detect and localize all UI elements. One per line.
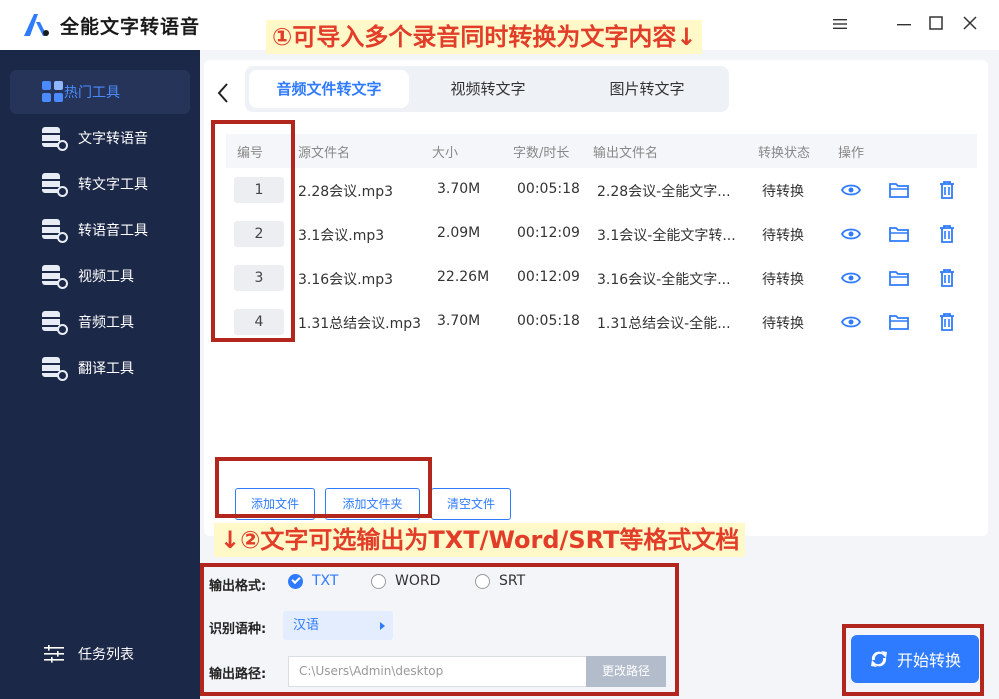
cell-status: 待转换 bbox=[762, 228, 804, 244]
cell-output-name: 2.28会议-全能文字... bbox=[597, 184, 731, 200]
eye-icon[interactable] bbox=[840, 223, 862, 245]
menu-icon[interactable] bbox=[829, 14, 851, 36]
to-speech-icon bbox=[42, 219, 68, 243]
sidebar-item-label: 文字转语音 bbox=[78, 131, 148, 147]
cell-size: 3.70M bbox=[437, 313, 481, 329]
header-duration: 字数/时长 bbox=[513, 146, 570, 161]
highlight-box-start bbox=[842, 624, 984, 696]
cell-status: 待转换 bbox=[762, 316, 804, 332]
clear-files-button[interactable]: 清空文件 bbox=[431, 488, 511, 520]
maximize-icon[interactable] bbox=[925, 14, 947, 36]
sidebar-item-to-text[interactable]: 转文字工具 bbox=[10, 162, 190, 206]
audio-icon bbox=[42, 311, 68, 335]
highlight-box-add-buttons bbox=[215, 457, 432, 518]
sidebar: 热门工具 文字转语音 转文字工具 转语音工具 视频工具 音频工具 翻译工具 任务… bbox=[0, 50, 200, 699]
sidebar-item-video[interactable]: 视频工具 bbox=[10, 254, 190, 298]
sidebar-item-label: 转文字工具 bbox=[78, 177, 148, 193]
table-row: 3 3.16会议.mp3 22.26M 00:12:09 3.16会议-全能文字... 待… bbox=[226, 256, 977, 300]
eye-icon[interactable] bbox=[840, 267, 862, 289]
header-actions: 操作 bbox=[838, 146, 865, 161]
cell-status: 待转换 bbox=[762, 272, 804, 288]
trash-icon[interactable] bbox=[936, 223, 958, 245]
callout-export: ↓②文字可选输出为TXT/Word/SRT等格式文档 bbox=[214, 523, 746, 557]
cell-status: 待转换 bbox=[762, 184, 804, 200]
table-row: 4 1.31总结会议.mp3 3.70M 00:05:18 1.31总结会议-全能...… bbox=[226, 300, 977, 344]
cell-duration: 00:12:09 bbox=[517, 225, 580, 241]
app-logo-icon bbox=[24, 14, 49, 36]
translate-icon bbox=[42, 357, 68, 381]
sidebar-item-label: 视频工具 bbox=[78, 269, 134, 285]
folder-icon[interactable] bbox=[888, 267, 910, 289]
folder-icon[interactable] bbox=[888, 179, 910, 201]
cell-source-name: 2.28会议.mp3 bbox=[298, 184, 394, 200]
cell-size: 22.26M bbox=[437, 269, 490, 285]
header-status: 转换状态 bbox=[758, 146, 811, 161]
folder-icon[interactable] bbox=[888, 311, 910, 333]
highlight-box-numbers bbox=[211, 120, 295, 342]
sidebar-item-label: 热门工具 bbox=[64, 85, 120, 101]
cell-output-name: 3.1会议-全能文字转... bbox=[597, 228, 736, 244]
callout-import: ①可导入多个录音同时转换为文字内容↓ bbox=[266, 20, 703, 54]
cell-size: 3.70M bbox=[437, 181, 481, 197]
table-header: 编号 源文件名 大小 字数/时长 输出文件名 转换状态 操作 bbox=[226, 134, 977, 168]
cell-source-name: 3.1会议.mp3 bbox=[298, 228, 385, 244]
trash-icon[interactable] bbox=[936, 311, 958, 333]
table-row: 1 2.28会议.mp3 3.70M 00:05:18 2.28会议-全能文字... 待转… bbox=[226, 168, 977, 212]
header-output-name: 输出文件名 bbox=[593, 146, 659, 161]
sidebar-item-to-speech[interactable]: 转语音工具 bbox=[10, 208, 190, 252]
table-row: 2 3.1会议.mp3 2.09M 00:12:09 3.1会议-全能文字转... 待转换 bbox=[226, 212, 977, 256]
text-to-speech-icon bbox=[42, 127, 68, 151]
cell-output-name: 1.31总结会议-全能... bbox=[597, 316, 731, 332]
close-icon[interactable] bbox=[959, 14, 981, 36]
sidebar-item-translate[interactable]: 翻译工具 bbox=[10, 346, 190, 390]
folder-icon[interactable] bbox=[888, 223, 910, 245]
trash-icon[interactable] bbox=[936, 267, 958, 289]
cell-duration: 00:05:18 bbox=[517, 181, 580, 197]
sidebar-item-label: 音频工具 bbox=[78, 315, 134, 331]
cell-output-name: 3.16会议-全能文字... bbox=[597, 272, 731, 288]
tab-video-to-text[interactable]: 视频转文字 bbox=[408, 70, 568, 108]
cell-source-name: 1.31总结会议.mp3 bbox=[298, 316, 422, 332]
eye-icon[interactable] bbox=[840, 311, 862, 333]
grid-icon bbox=[42, 81, 64, 103]
cell-duration: 00:05:18 bbox=[517, 313, 580, 329]
tab-audio-to-text[interactable]: 音频文件转文字 bbox=[249, 70, 409, 108]
task-list-label: 任务列表 bbox=[78, 647, 134, 663]
sidebar-item-label: 转语音工具 bbox=[78, 223, 148, 239]
eye-icon[interactable] bbox=[840, 179, 862, 201]
to-text-icon bbox=[42, 173, 68, 197]
back-icon[interactable] bbox=[216, 82, 230, 110]
cell-size: 2.09M bbox=[437, 225, 481, 241]
highlight-box-settings bbox=[200, 563, 679, 696]
sliders-icon bbox=[44, 645, 64, 663]
sidebar-item-hot-tools[interactable]: 热门工具 bbox=[10, 70, 190, 114]
tab-bar: 音频文件转文字 视频转文字 图片转文字 bbox=[245, 66, 729, 112]
sidebar-item-text-to-speech[interactable]: 文字转语音 bbox=[10, 116, 190, 160]
minimize-icon[interactable] bbox=[893, 14, 915, 36]
trash-icon[interactable] bbox=[936, 179, 958, 201]
header-source-name: 源文件名 bbox=[298, 146, 351, 161]
app-title: 全能文字转语音 bbox=[60, 16, 201, 38]
cell-source-name: 3.16会议.mp3 bbox=[298, 272, 394, 288]
sidebar-item-label: 翻译工具 bbox=[78, 361, 134, 377]
tab-image-to-text[interactable]: 图片转文字 bbox=[567, 70, 727, 108]
video-icon bbox=[42, 265, 68, 289]
task-list-button[interactable]: 任务列表 bbox=[44, 644, 134, 664]
cell-duration: 00:12:09 bbox=[517, 269, 580, 285]
header-size: 大小 bbox=[432, 146, 459, 161]
sidebar-item-audio[interactable]: 音频工具 bbox=[10, 300, 190, 344]
